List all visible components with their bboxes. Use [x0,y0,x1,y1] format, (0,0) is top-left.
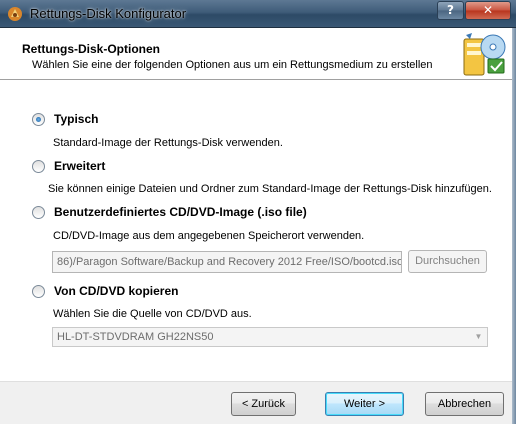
drive-select-value: HL-DT-STDVDRAM GH22NS50 [57,331,214,343]
window-border [512,28,516,424]
option-custom-iso-description: CD/DVD-Image aus dem angegebenen Speiche… [53,230,365,242]
radio-copy-cd[interactable] [32,284,45,298]
cancel-button[interactable]: Abbrechen [425,392,504,416]
header-subtitle: Wählen Sie eine der folgenden Optionen a… [32,59,433,71]
radio-custom-iso[interactable] [32,205,45,219]
option-copy-cd-label[interactable]: Von CD/DVD kopieren [54,284,178,298]
header-title: Rettungs-Disk-Optionen [22,42,160,56]
option-custom-iso-label[interactable]: Benutzerdefiniertes CD/DVD-Image (.iso f… [54,205,307,219]
iso-path-input[interactable]: 86)/Paragon Software/Backup and Recovery… [52,251,402,273]
title-bar[interactable]: Rettungs-Disk Konfigurator ? ✕ [0,0,516,28]
browse-button[interactable]: Durchsuchen [408,250,487,273]
window-title: Rettungs-Disk Konfigurator [30,6,187,21]
option-typical[interactable]: Typisch [32,112,98,126]
back-button[interactable]: < Zurück [231,392,296,416]
option-typical-description: Standard-Image der Rettungs-Disk verwend… [53,137,283,149]
option-custom-iso[interactable]: Benutzerdefiniertes CD/DVD-Image (.iso f… [32,205,307,219]
help-button[interactable]: ? [437,1,464,20]
option-advanced-label[interactable]: Erweitert [54,159,105,173]
options-panel: Typisch Standard-Image der Rettungs-Disk… [0,81,516,424]
option-advanced-description: Sie können einige Dateien und Ordner zum… [48,183,492,195]
radio-typical[interactable] [32,112,45,126]
option-copy-cd-description: Wählen Sie die Quelle von CD/DVD aus. [53,308,252,320]
option-copy-cd[interactable]: Von CD/DVD kopieren [32,284,178,298]
wizard-header: Rettungs-Disk-Optionen Wählen Sie eine d… [0,28,516,79]
app-icon [8,7,22,21]
rescue-disk-icon [463,33,506,76]
drive-select[interactable]: HL-DT-STDVDRAM GH22NS50 ▼ [52,327,488,347]
close-button[interactable]: ✕ [465,1,511,20]
wizard-footer: < Zurück Weiter > Abbrechen [0,382,516,424]
option-advanced[interactable]: Erweitert [32,159,105,173]
option-typical-label[interactable]: Typisch [54,112,98,126]
chevron-down-icon[interactable]: ▼ [472,331,485,343]
next-button[interactable]: Weiter > [325,392,404,416]
radio-advanced[interactable] [32,159,45,173]
